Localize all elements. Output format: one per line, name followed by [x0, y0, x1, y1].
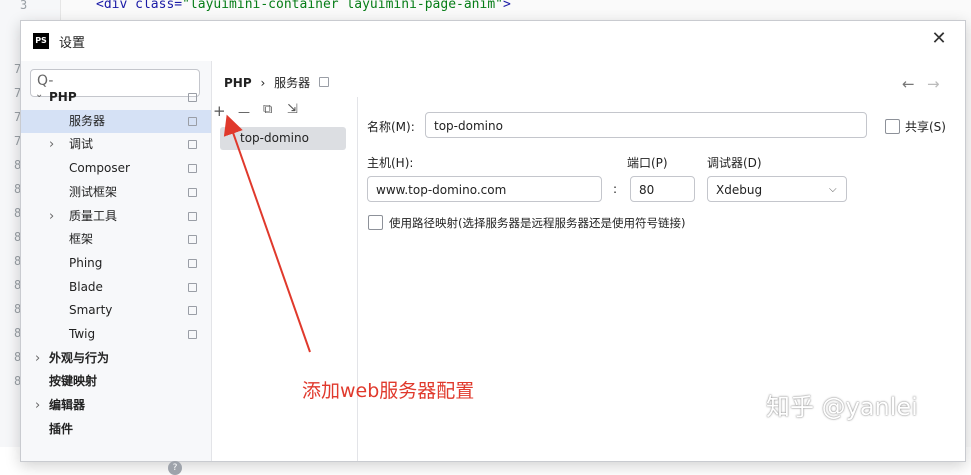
annotation-arrow — [223, 114, 311, 353]
plugin-badge: ? — [168, 461, 182, 475]
zhihu-watermark: 知乎 @yanlei — [766, 393, 918, 421]
annotation-text: 添加web服务器配置 — [302, 380, 475, 402]
red-arrow-line — [223, 114, 311, 353]
